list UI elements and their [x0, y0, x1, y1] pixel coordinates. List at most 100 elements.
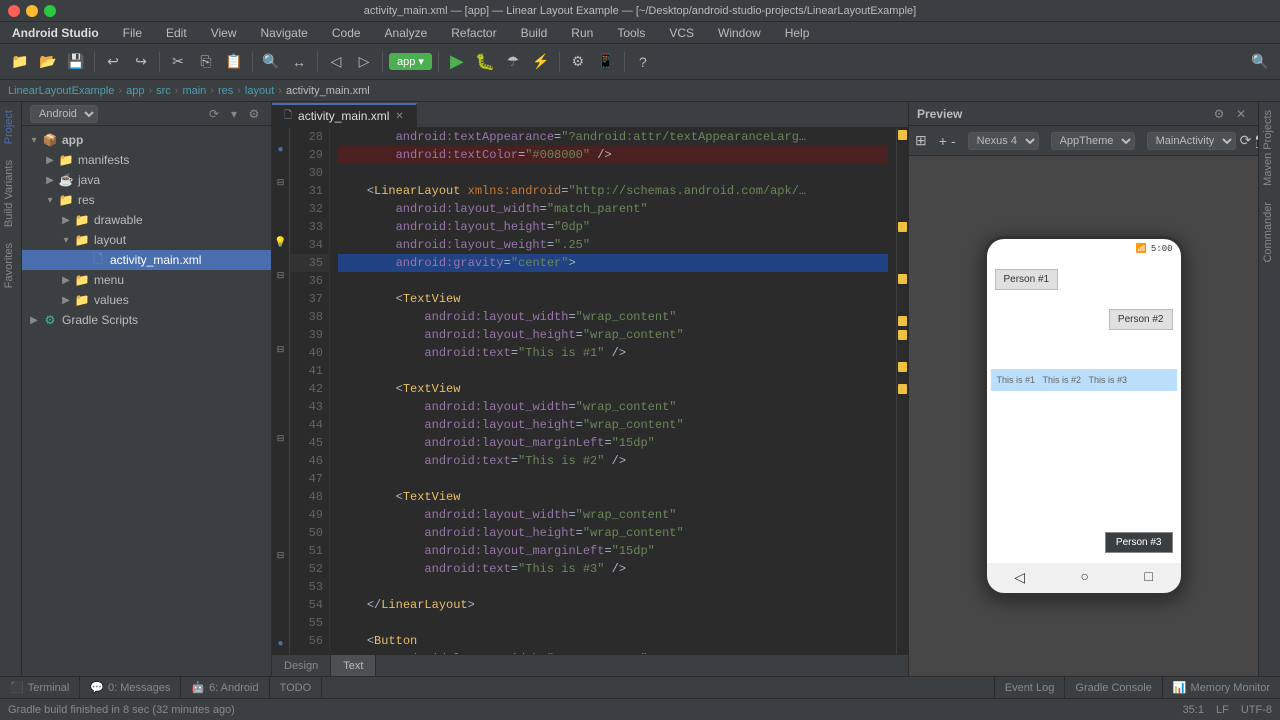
avd-button[interactable]: 📱: [594, 51, 618, 73]
tree-label-app: app: [62, 133, 83, 147]
project-tab[interactable]: Project: [0, 102, 21, 152]
forward-button[interactable]: ▷: [352, 51, 376, 73]
breadcrumb-file[interactable]: activity_main.xml: [286, 85, 370, 97]
tree-item-layout[interactable]: ▾ 📁 layout: [22, 230, 271, 250]
event-log-tab[interactable]: Event Log: [994, 677, 1065, 699]
close-button[interactable]: [8, 5, 20, 17]
gutter-31[interactable]: ⊟: [272, 174, 290, 192]
design-tab[interactable]: Design: [272, 655, 331, 677]
copy-button[interactable]: ⎘: [194, 51, 218, 73]
terminal-tab[interactable]: ⬛ Terminal: [0, 677, 80, 699]
gradle-console-label: Gradle Console: [1075, 682, 1151, 694]
breadcrumb-app[interactable]: app: [126, 85, 144, 97]
tree-item-menu[interactable]: ▶ 📁 menu: [22, 270, 271, 290]
debug-button[interactable]: 🐛: [473, 51, 497, 73]
sdk-manager-button[interactable]: ⚙: [566, 51, 590, 73]
menu-code[interactable]: Code: [328, 24, 365, 42]
device-dropdown[interactable]: Nexus 4: [968, 132, 1039, 150]
search-everywhere-button[interactable]: 🔍: [1248, 51, 1272, 73]
menu-view[interactable]: View: [207, 24, 241, 42]
menu-refactor[interactable]: Refactor: [447, 24, 500, 42]
theme-dropdown[interactable]: AppTheme: [1051, 132, 1135, 150]
commander-tab[interactable]: Commander: [1259, 194, 1280, 271]
cut-button[interactable]: ✂: [166, 51, 190, 73]
preview-zoom-fit[interactable]: ⊞: [915, 130, 927, 152]
menu-android-studio[interactable]: Android Studio: [8, 24, 103, 42]
menu-run[interactable]: Run: [567, 24, 597, 42]
phone-screen: Person #1 Person #2 This is #1 This is #…: [987, 259, 1181, 563]
menu-edit[interactable]: Edit: [162, 24, 191, 42]
open-button[interactable]: 📂: [36, 51, 60, 73]
undo-button[interactable]: ↩: [101, 51, 125, 73]
tree-item-values[interactable]: ▶ 📁 values: [22, 290, 271, 310]
tree-item-drawable[interactable]: ▶ 📁 drawable: [22, 210, 271, 230]
menu-vcs[interactable]: VCS: [665, 24, 698, 42]
maven-projects-tab[interactable]: Maven Projects: [1259, 102, 1280, 194]
gutter-29[interactable]: ●: [272, 142, 290, 160]
replace-button[interactable]: ↔: [287, 51, 311, 73]
code-line-45: android:layout_marginLeft="15dp": [338, 434, 888, 452]
paste-button[interactable]: 📋: [222, 51, 246, 73]
tree-item-activity-main[interactable]: 🗋 activity_main.xml: [22, 250, 271, 270]
redo-button[interactable]: ↪: [129, 51, 153, 73]
menu-build[interactable]: Build: [517, 24, 552, 42]
sidebar-settings-button[interactable]: ⚙: [245, 105, 263, 123]
text-tab[interactable]: Text: [331, 655, 376, 677]
todo-tab[interactable]: TODO: [270, 677, 323, 699]
minimize-button[interactable]: [26, 5, 38, 17]
editor-tab-activity-main[interactable]: 🗋 activity_main.xml ✕: [272, 103, 417, 127]
back-button[interactable]: ◁: [324, 51, 348, 73]
preview-settings-button[interactable]: ⚙: [1210, 105, 1228, 123]
breadcrumb-project[interactable]: LinearLayoutExample: [8, 85, 114, 97]
activity-dropdown[interactable]: MainActivity: [1147, 132, 1236, 150]
breadcrumb-src[interactable]: src: [156, 85, 171, 97]
run-button[interactable]: ▶: [445, 51, 469, 73]
gutter-42[interactable]: ⊟: [272, 341, 290, 359]
coverage-button[interactable]: ☂: [501, 51, 525, 73]
tree-item-manifests[interactable]: ▶ 📁 manifests: [22, 150, 271, 170]
breadcrumb-res[interactable]: res: [218, 85, 233, 97]
tab-close-button[interactable]: ✕: [395, 111, 403, 122]
menu-help[interactable]: Help: [781, 24, 814, 42]
save-button[interactable]: 💾: [64, 51, 88, 73]
gutter-56[interactable]: ⊟: [272, 547, 290, 565]
memory-monitor-tab[interactable]: 📊 Memory Monitor: [1162, 677, 1280, 699]
code-line-49: android:layout_width="wrap_content": [338, 506, 888, 524]
android-tab[interactable]: 🤖 6: Android: [181, 677, 269, 699]
code-line-37: <TextView: [338, 290, 888, 308]
memory-icon: 📊: [1173, 681, 1187, 694]
breadcrumb-layout[interactable]: layout: [245, 85, 274, 97]
help-button[interactable]: ?: [631, 51, 655, 73]
gutter-45: [272, 388, 290, 402]
tree-item-gradle[interactable]: ▶ ⚙ Gradle Scripts: [22, 310, 271, 330]
profile-button[interactable]: ⚡: [529, 51, 553, 73]
preview-refresh-button[interactable]: ⟳: [1240, 130, 1252, 152]
messages-tab[interactable]: 💬 0: Messages: [80, 677, 181, 699]
tree-item-app[interactable]: ▾ 📦 app: [22, 130, 271, 150]
build-variants-tab[interactable]: Build Variants: [0, 152, 21, 235]
menu-analyze[interactable]: Analyze: [381, 24, 432, 42]
tree-item-res[interactable]: ▾ 📁 res: [22, 190, 271, 210]
sync-button[interactable]: ⟳: [205, 105, 223, 123]
maximize-button[interactable]: [44, 5, 56, 17]
code-area[interactable]: android:textAppearance="?android:attr/te…: [330, 128, 896, 654]
gutter-48[interactable]: ⊟: [272, 430, 290, 448]
breadcrumb-main[interactable]: main: [182, 85, 206, 97]
menu-window[interactable]: Window: [714, 24, 765, 42]
find-button[interactable]: 🔍: [259, 51, 283, 73]
gradle-console-tab[interactable]: Gradle Console: [1064, 677, 1161, 699]
collapse-all-button[interactable]: ▾: [225, 105, 243, 123]
menu-file[interactable]: File: [119, 24, 146, 42]
preview-close-button[interactable]: ✕: [1232, 105, 1250, 123]
code-line-28: android:textAppearance="?android:attr/te…: [338, 128, 888, 146]
preview-zoom-out[interactable]: -: [951, 130, 956, 152]
menu-navigate[interactable]: Navigate: [256, 24, 311, 42]
run-config-dropdown[interactable]: app ▾: [389, 53, 432, 70]
gutter-37[interactable]: ⊟: [272, 267, 290, 285]
android-scope-dropdown[interactable]: Android: [30, 105, 98, 123]
new-project-button[interactable]: 📁: [8, 51, 32, 73]
menu-tools[interactable]: Tools: [613, 24, 649, 42]
favorites-tab[interactable]: Favorites: [0, 235, 21, 296]
preview-zoom-in[interactable]: +: [939, 130, 947, 152]
tree-item-java[interactable]: ▶ ☕ java: [22, 170, 271, 190]
